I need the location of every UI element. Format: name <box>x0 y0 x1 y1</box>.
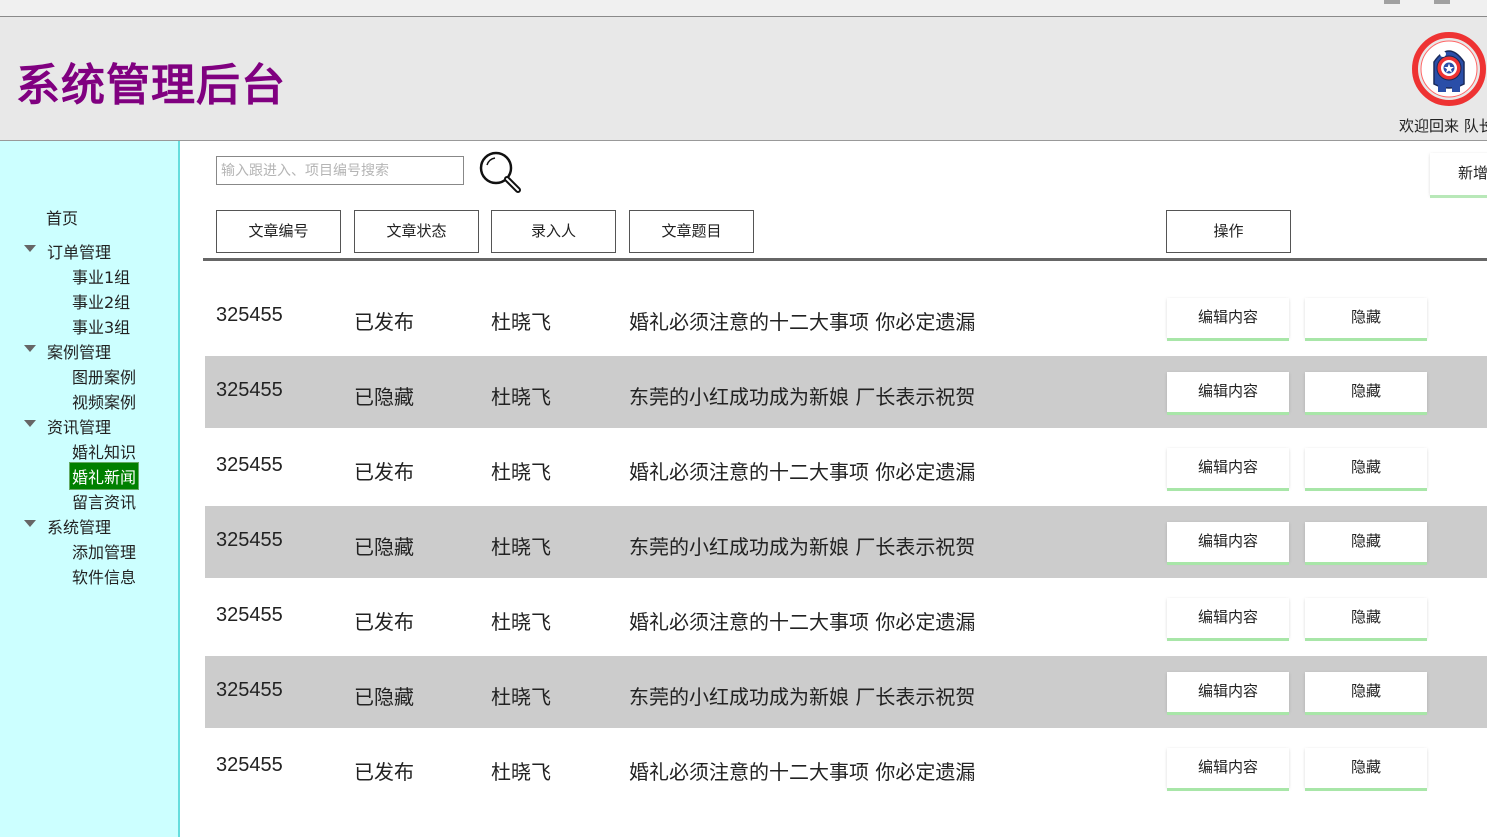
sidebar-group-cases[interactable]: 案例管理 <box>47 339 111 363</box>
edit-button[interactable]: 编辑内容 <box>1167 298 1289 338</box>
edit-button[interactable]: 编辑内容 <box>1167 748 1289 788</box>
sidebar-item-wedding-news[interactable]: 婚礼新闻 <box>68 462 140 490</box>
edit-button[interactable]: 编辑内容 <box>1167 522 1289 562</box>
sidebar-group-orders[interactable]: 订单管理 <box>47 239 111 263</box>
cell-author: 杜晓飞 <box>491 460 551 484</box>
page-title: 系统管理后台 <box>16 60 286 111</box>
triangle-down-icon[interactable] <box>24 520 36 527</box>
hide-button[interactable]: 隐藏 <box>1305 298 1427 338</box>
hide-button[interactable]: 隐藏 <box>1305 672 1427 712</box>
table-row: 325455 已隐藏 杜晓飞 东莞的小红成功成为新娘 厂长表示祝贺 编辑内容 隐… <box>205 356 1487 428</box>
edit-button[interactable]: 编辑内容 <box>1167 672 1289 712</box>
sidebar: 首页 订单管理 事业1组 事业2组 事业3组 案例管理 图册案例 视频案例 资讯… <box>0 141 180 837</box>
column-header-actions[interactable]: 操作 <box>1166 210 1291 253</box>
triangle-down-icon[interactable] <box>24 420 36 427</box>
sidebar-item-wedding-knowledge[interactable]: 婚礼知识 <box>72 439 136 463</box>
column-header-status[interactable]: 文章状态 <box>354 210 479 253</box>
table-row: 325455 已发布 杜晓飞 婚礼必须注意的十二大事项 你必定遗漏 编辑内容 隐… <box>205 282 1487 354</box>
table-row: 325455 已发布 杜晓飞 婚礼必须注意的十二大事项 你必定遗漏 编辑内容 隐… <box>205 432 1487 504</box>
cell-status: 已发布 <box>354 310 414 334</box>
table-row: 325455 已发布 杜晓飞 婚礼必须注意的十二大事项 你必定遗漏 编辑内容 隐… <box>205 582 1487 654</box>
edit-button[interactable]: 编辑内容 <box>1167 372 1289 412</box>
table-row: 325455 已隐藏 杜晓飞 东莞的小红成功成为新娘 厂长表示祝贺 编辑内容 隐… <box>205 506 1487 578</box>
cell-id: 325455 <box>216 529 283 551</box>
cell-status: 已发布 <box>354 760 414 784</box>
cell-status: 已发布 <box>354 610 414 634</box>
add-button[interactable]: 新增 <box>1430 153 1487 195</box>
cell-author: 杜晓飞 <box>491 685 551 709</box>
hide-button[interactable]: 隐藏 <box>1305 598 1427 638</box>
magnifier-icon[interactable] <box>478 150 522 194</box>
table-row: 325455 已发布 杜晓飞 婚礼必须注意的十二大事项 你必定遗漏 编辑内容 隐… <box>205 732 1487 804</box>
cell-title: 婚礼必须注意的十二大事项 你必定遗漏 <box>629 310 976 334</box>
column-header-title[interactable]: 文章题目 <box>629 210 754 253</box>
cell-title: 婚礼必须注意的十二大事项 你必定遗漏 <box>629 760 976 784</box>
sidebar-group-system[interactable]: 系统管理 <box>47 514 111 538</box>
hide-button[interactable]: 隐藏 <box>1305 748 1427 788</box>
sidebar-item-home[interactable]: 首页 <box>46 205 78 229</box>
sidebar-group-news[interactable]: 资讯管理 <box>47 414 111 438</box>
sidebar-item-team3[interactable]: 事业3组 <box>72 314 130 338</box>
triangle-down-icon[interactable] <box>24 245 36 252</box>
cell-author: 杜晓飞 <box>491 385 551 409</box>
cell-status: 已发布 <box>354 460 414 484</box>
triangle-down-icon[interactable] <box>24 345 36 352</box>
table-row: 325455 已隐藏 杜晓飞 东莞的小红成功成为新娘 厂长表示祝贺 编辑内容 隐… <box>205 656 1487 728</box>
cell-title: 东莞的小红成功成为新娘 厂长表示祝贺 <box>629 385 976 409</box>
cell-id: 325455 <box>216 754 283 776</box>
sidebar-item-messages[interactable]: 留言资讯 <box>72 489 136 513</box>
welcome-text: 欢迎回来 队长 <box>1399 117 1487 135</box>
sidebar-item-software-info[interactable]: 软件信息 <box>72 564 136 588</box>
hide-button[interactable]: 隐藏 <box>1305 372 1427 412</box>
cell-status: 已隐藏 <box>354 385 414 409</box>
cell-title: 婚礼必须注意的十二大事项 你必定遗漏 <box>629 610 976 634</box>
window-control[interactable] <box>1434 0 1450 4</box>
window-top-strip <box>0 0 1487 18</box>
sidebar-item-video-cases[interactable]: 视频案例 <box>72 389 136 413</box>
cell-id: 325455 <box>216 679 283 701</box>
cell-author: 杜晓飞 <box>491 760 551 784</box>
sidebar-item-photo-cases[interactable]: 图册案例 <box>72 364 136 388</box>
avatar[interactable] <box>1412 32 1486 106</box>
cell-author: 杜晓飞 <box>491 535 551 559</box>
edit-button[interactable]: 编辑内容 <box>1167 448 1289 488</box>
sidebar-item-team1[interactable]: 事业1组 <box>72 264 130 288</box>
hide-button[interactable]: 隐藏 <box>1305 448 1427 488</box>
cell-status: 已隐藏 <box>354 685 414 709</box>
cell-author: 杜晓飞 <box>491 610 551 634</box>
app-header: 系统管理后台 欢迎回来 队长 <box>0 17 1487 141</box>
cell-author: 杜晓飞 <box>491 310 551 334</box>
column-header-id[interactable]: 文章编号 <box>216 210 341 253</box>
cell-status: 已隐藏 <box>354 535 414 559</box>
hide-button[interactable]: 隐藏 <box>1305 522 1427 562</box>
sidebar-item-team2[interactable]: 事业2组 <box>72 289 130 313</box>
cell-id: 325455 <box>216 454 283 476</box>
search-input[interactable] <box>216 156 464 185</box>
cell-title: 东莞的小红成功成为新娘 厂长表示祝贺 <box>629 685 976 709</box>
cell-id: 325455 <box>216 304 283 326</box>
cell-title: 东莞的小红成功成为新娘 厂长表示祝贺 <box>629 535 976 559</box>
sidebar-item-add-admin[interactable]: 添加管理 <box>72 539 136 563</box>
header-divider <box>203 258 1487 261</box>
edit-button[interactable]: 编辑内容 <box>1167 598 1289 638</box>
cell-id: 325455 <box>216 379 283 401</box>
column-header-author[interactable]: 录入人 <box>491 210 616 253</box>
window-control[interactable] <box>1384 0 1400 4</box>
cell-title: 婚礼必须注意的十二大事项 你必定遗漏 <box>629 460 976 484</box>
cell-id: 325455 <box>216 604 283 626</box>
